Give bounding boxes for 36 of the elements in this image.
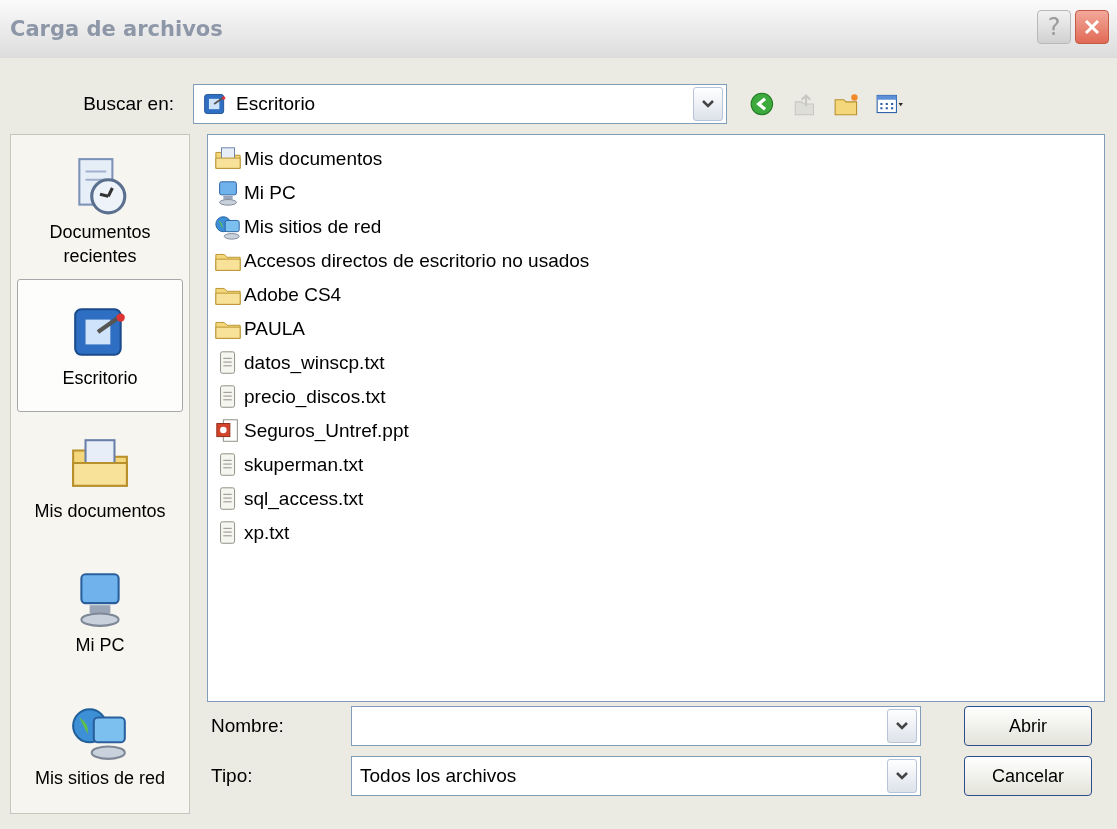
places-bar-item[interactable]: Mis documentos bbox=[17, 412, 183, 546]
cancel-button[interactable]: Cancelar bbox=[964, 756, 1092, 796]
file-name[interactable]: Mis sitios de red bbox=[244, 216, 382, 238]
file-name[interactable]: Seguros_Untref.ppt bbox=[244, 420, 409, 442]
file-name[interactable]: precio_discos.txt bbox=[244, 386, 386, 408]
file-name-label: Nombre: bbox=[210, 715, 285, 737]
place-label: Mis sitios de red bbox=[34, 767, 165, 791]
window-title: Carga de archivos bbox=[10, 17, 223, 41]
desktop-icon bbox=[202, 91, 228, 117]
place-label: Mi PC bbox=[75, 633, 125, 657]
file-type-value: Todos los archivos bbox=[360, 765, 517, 787]
places-bar-item[interactable]: Escritorio bbox=[17, 278, 183, 413]
look-in-value: Escritorio bbox=[236, 93, 316, 115]
network-computer-icon bbox=[214, 213, 242, 241]
open-button[interactable]: Abrir bbox=[964, 706, 1092, 746]
places-bar-item[interactable]: Mi PC bbox=[17, 545, 183, 680]
file-type-label: Tipo: bbox=[210, 765, 254, 787]
file-name[interactable]: datos_winscp.txt bbox=[244, 352, 385, 374]
file-type-dropdown[interactable]: Todos los archivos bbox=[351, 756, 921, 796]
file-name[interactable]: Adobe CS4 bbox=[244, 284, 342, 306]
place-label: Mis documentos bbox=[34, 500, 166, 524]
place-label: Documentos recientes bbox=[48, 221, 152, 268]
file-name[interactable]: xp.txt bbox=[244, 522, 290, 544]
file-name-field[interactable] bbox=[351, 706, 921, 746]
file-name[interactable]: sql_access.txt bbox=[244, 488, 364, 510]
file-name[interactable]: Accesos directos de escritorio no usados bbox=[244, 250, 590, 272]
file-name[interactable]: skuperman.txt bbox=[244, 454, 364, 476]
look-in-dropdown[interactable]: Escritorio bbox=[193, 84, 727, 124]
file-name[interactable]: PAULA bbox=[244, 318, 305, 340]
look-in-label: Buscar en: bbox=[82, 93, 175, 115]
close-button[interactable] bbox=[1075, 10, 1109, 44]
place-label: Escritorio bbox=[62, 366, 138, 390]
file-name[interactable]: Mis documentos bbox=[244, 148, 383, 170]
places-bar-item[interactable]: Mis sitios de red bbox=[17, 679, 183, 813]
file-name[interactable]: Mi PC bbox=[244, 182, 296, 204]
places-bar-item[interactable]: Documentos recientes bbox=[17, 145, 183, 279]
